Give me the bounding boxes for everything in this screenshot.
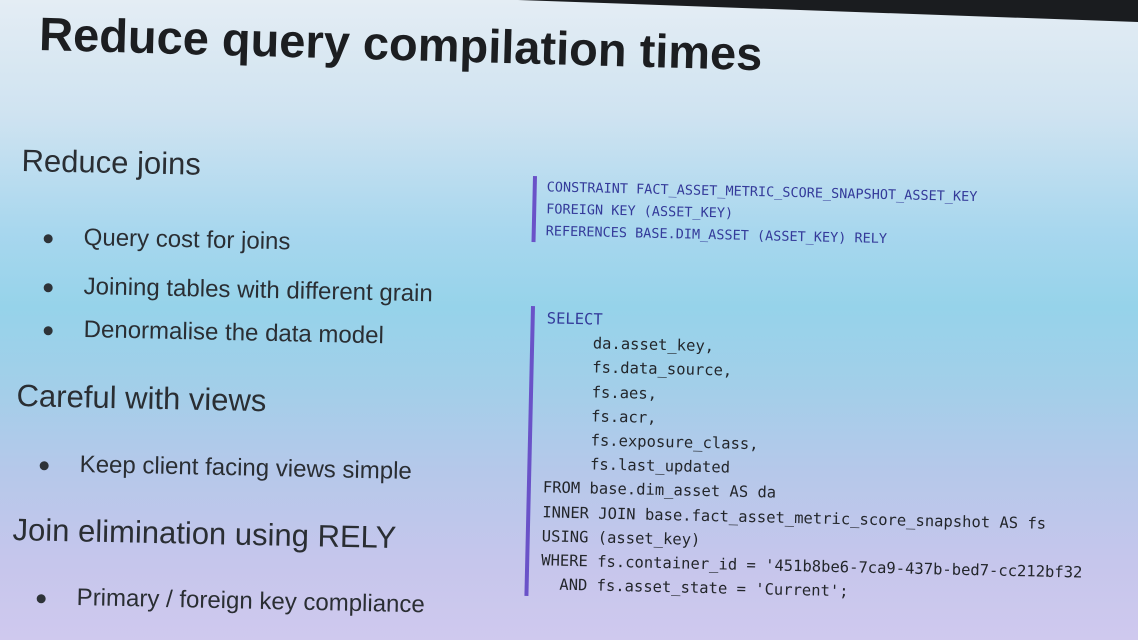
heading-reduce-joins: Reduce joins <box>21 143 202 182</box>
select-code-block: SELECT da.asset_key, fs.data_source, fs.… <box>524 306 1089 610</box>
constraint-code-block: CONSTRAINT FACT_ASSET_METRIC_SCORE_SNAPS… <box>531 176 978 253</box>
bullet-dot <box>36 594 46 604</box>
bullet-text: Query cost for joins <box>83 224 291 256</box>
bullet-keep-views-simple: Keep client facing views simple <box>39 451 413 486</box>
bullet-denormalise: Denormalise the data model <box>43 316 385 350</box>
bullet-dot <box>43 234 53 244</box>
bullet-text: Keep client facing views simple <box>79 451 413 485</box>
heading-join-elimination: Join elimination using RELY <box>12 512 397 556</box>
bullet-query-cost: Query cost for joins <box>43 224 291 256</box>
heading-careful-views: Careful with views <box>16 378 267 419</box>
projector-shadow <box>518 0 1138 22</box>
bullet-pk-fk-compliance: Primary / foreign key compliance <box>36 584 426 619</box>
bullet-text: Primary / foreign key compliance <box>76 584 426 619</box>
bullet-dot <box>39 461 49 471</box>
bullet-joining-tables: Joining tables with different grain <box>43 273 434 308</box>
bullet-dot <box>43 283 53 293</box>
bullet-text: Joining tables with different grain <box>83 273 434 308</box>
bullet-dot <box>43 326 53 336</box>
bullet-text: Denormalise the data model <box>83 316 385 350</box>
